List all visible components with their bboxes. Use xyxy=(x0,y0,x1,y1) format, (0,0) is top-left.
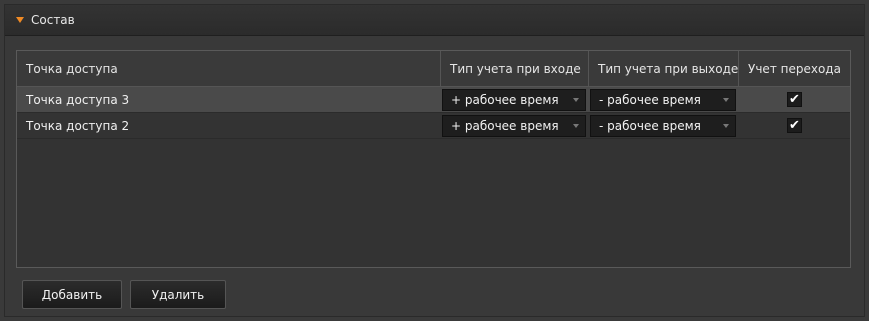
dropdown-arrow-icon xyxy=(573,97,579,102)
entry-type-value: + рабочее время xyxy=(451,118,559,133)
collapse-triangle-icon[interactable] xyxy=(16,17,24,23)
access-point-name: Точка доступа 3 xyxy=(26,92,130,107)
delete-button[interactable]: Удалить xyxy=(130,280,226,309)
transition-cell: ✔ xyxy=(739,113,850,138)
panel-header[interactable]: Состав xyxy=(5,5,864,36)
exit-type-cell: - рабочее время xyxy=(589,87,739,112)
exit-type-select[interactable]: - рабочее время xyxy=(590,88,736,111)
dropdown-arrow-icon xyxy=(573,123,579,128)
entry-type-select[interactable]: + рабочее время xyxy=(442,114,586,137)
table-header: Точка доступа Тип учета при входе Тип уч… xyxy=(17,51,850,87)
entry-type-select[interactable]: + рабочее время xyxy=(442,88,586,111)
entry-type-cell: + рабочее время xyxy=(441,113,589,138)
column-header-exit-type[interactable]: Тип учета при выходе xyxy=(589,51,739,86)
column-header-transition[interactable]: Учет перехода xyxy=(739,51,850,86)
exit-type-cell: - рабочее время xyxy=(589,113,739,138)
transition-cell: ✔ xyxy=(739,87,850,112)
transition-checkbox[interactable]: ✔ xyxy=(787,118,802,133)
entry-type-value: + рабочее время xyxy=(451,92,559,107)
dropdown-arrow-icon xyxy=(723,97,729,102)
exit-type-value: - рабочее время xyxy=(599,118,701,133)
column-header-access-point[interactable]: Точка доступа xyxy=(17,51,441,86)
access-point-name: Точка доступа 2 xyxy=(26,118,130,133)
entry-type-cell: + рабочее время xyxy=(441,87,589,112)
transition-checkbox[interactable]: ✔ xyxy=(787,92,802,107)
table-row[interactable]: Точка доступа 3 + рабочее время - рабоче… xyxy=(17,87,850,113)
add-button[interactable]: Добавить xyxy=(22,280,122,309)
column-header-entry-type[interactable]: Тип учета при входе xyxy=(441,51,589,86)
table-row[interactable]: Точка доступа 2 + рабочее время - рабоче… xyxy=(17,113,850,139)
panel-title: Состав xyxy=(31,13,75,27)
access-points-table: Точка доступа Тип учета при входе Тип уч… xyxy=(16,50,851,268)
dropdown-arrow-icon xyxy=(723,123,729,128)
exit-type-value: - рабочее время xyxy=(599,92,701,107)
exit-type-select[interactable]: - рабочее время xyxy=(590,114,736,137)
